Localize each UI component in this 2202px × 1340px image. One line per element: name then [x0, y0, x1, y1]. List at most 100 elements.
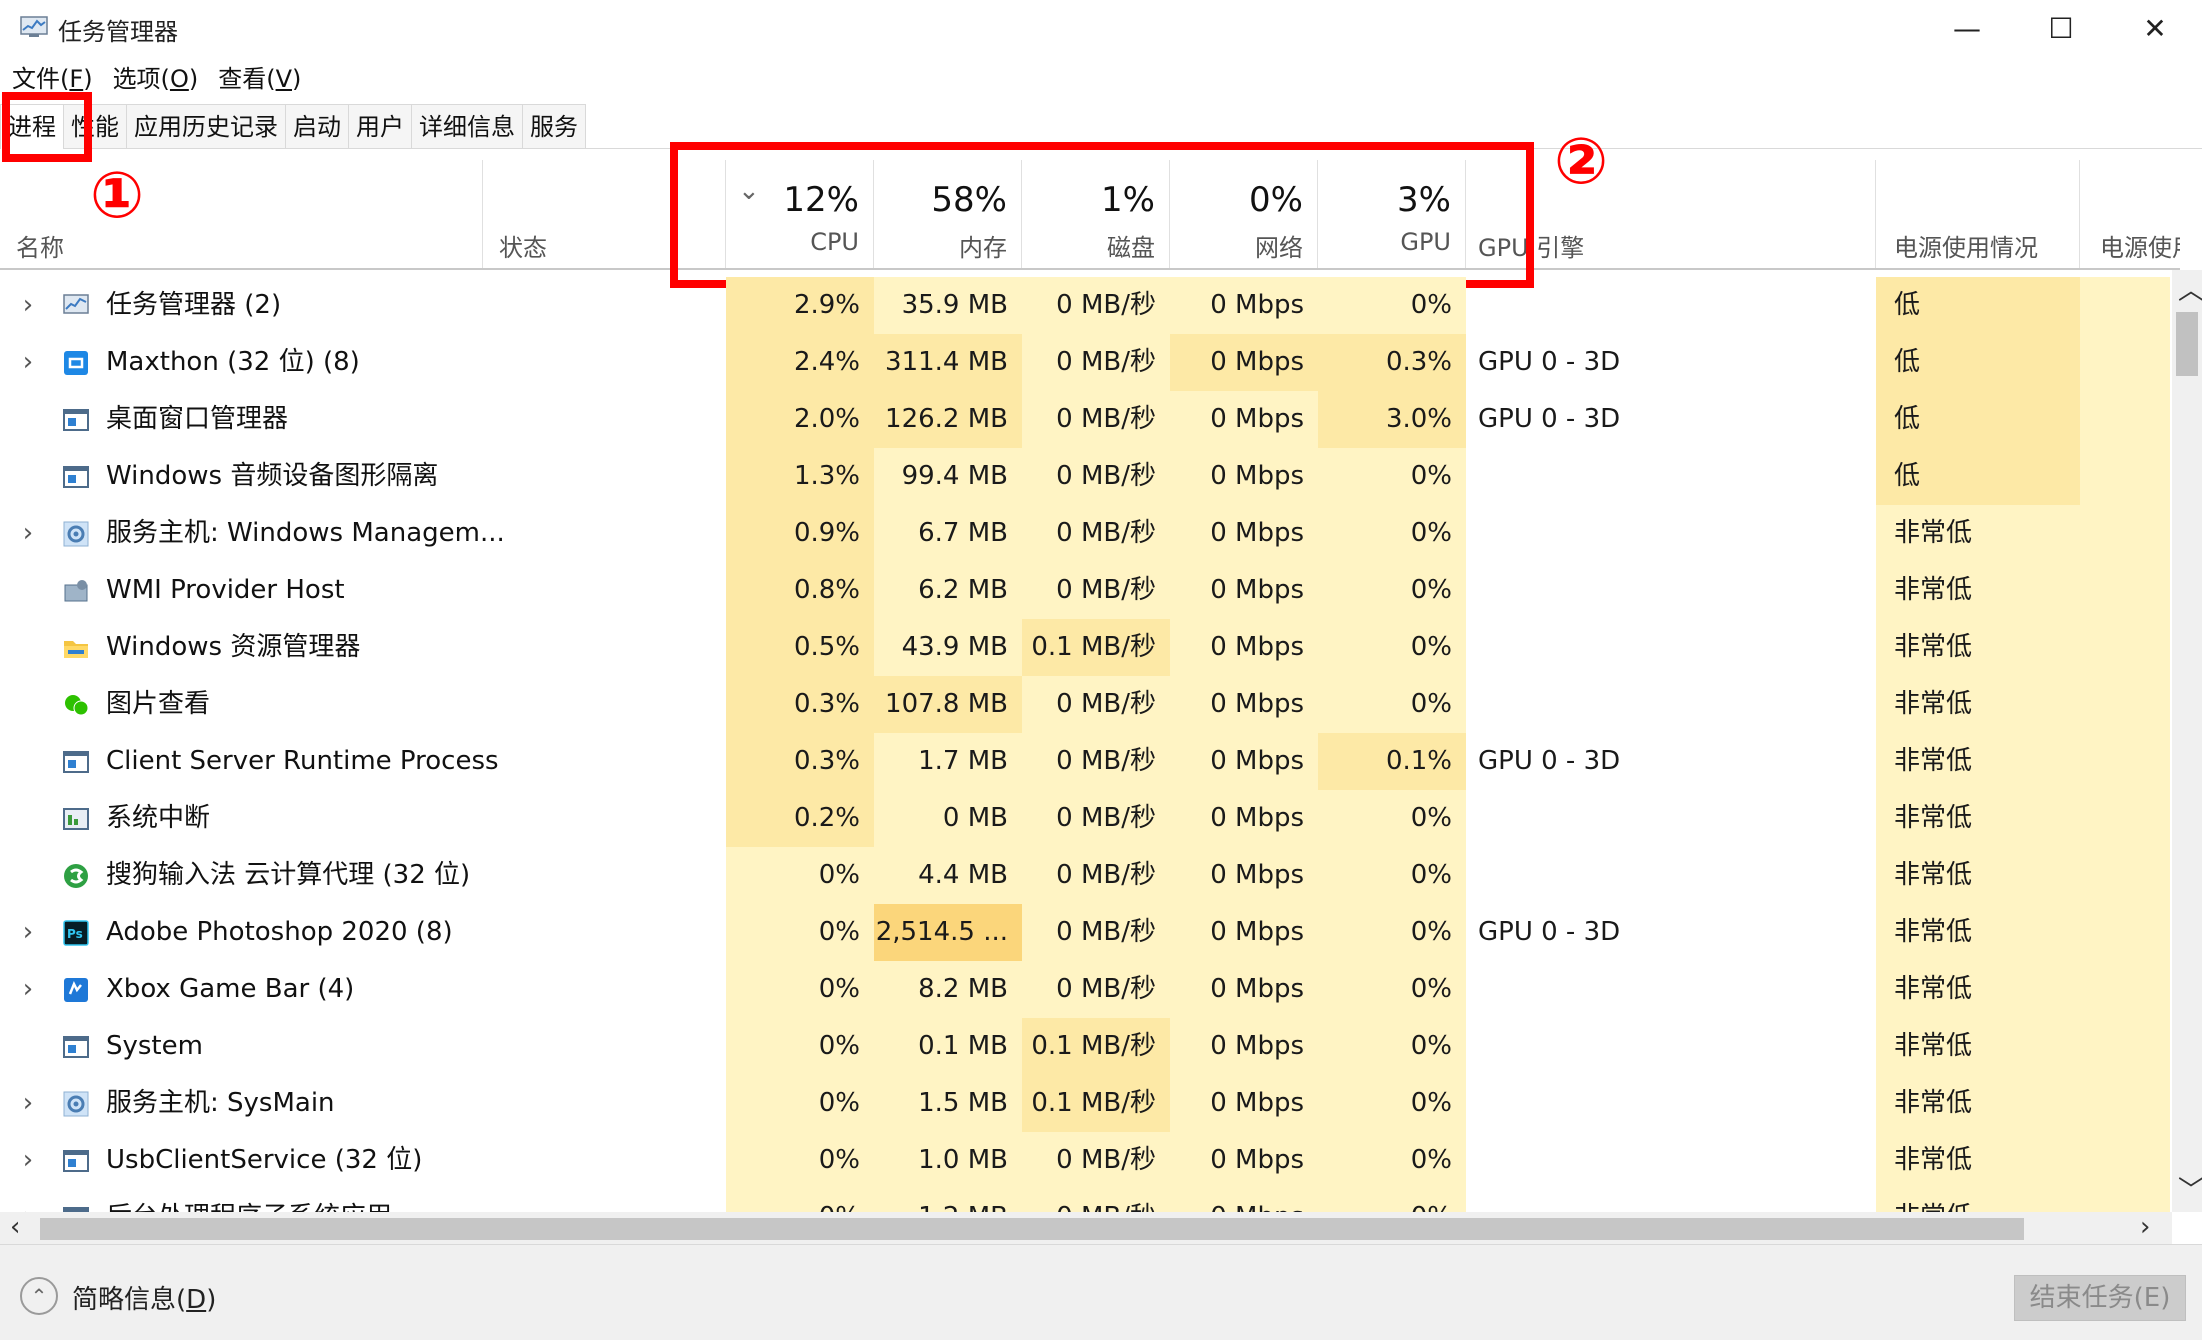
- column-header-memory[interactable]: 58% 内存: [874, 160, 1022, 268]
- horizontal-scrollbar[interactable]: ‹ ›: [0, 1212, 2172, 1244]
- cell-net: 0 Mbps: [1170, 334, 1318, 391]
- process-row[interactable]: › 服务主机: SysMain 0% 1.5 MB 0.1 MB/秒 0 Mbps 0% 非常…: [0, 1075, 2170, 1132]
- menu-item-0[interactable]: 文件(F): [4, 60, 101, 98]
- cell-gpu: 3.0%: [1318, 391, 1466, 448]
- cell-power: 非常低: [1876, 1075, 2080, 1132]
- process-name: Windows 音频设备图形隔离: [106, 461, 439, 491]
- cell-gpu: 0%: [1318, 1018, 1466, 1075]
- column-header-network[interactable]: 0% 网络: [1170, 160, 1318, 268]
- process-row[interactable]: › UsbClientService (32 位) 0% 1.0 MB 0 MB/秒 0 …: [0, 1132, 2170, 1189]
- close-button[interactable]: ✕: [2108, 0, 2202, 56]
- cell-gpu: 0%: [1318, 562, 1466, 619]
- process-name: 服务主机: Windows Managem...: [106, 518, 505, 548]
- process-row[interactable]: 图片查看 0.3% 107.8 MB 0 MB/秒 0 Mbps 0% 非常低: [0, 676, 2170, 733]
- process-row[interactable]: › Xbox Game Bar (4) 0% 8.2 MB 0 MB/秒 0 Mbps 0%…: [0, 961, 2170, 1018]
- menu-item-1[interactable]: 选项(O): [105, 60, 207, 98]
- scroll-right-arrow-icon[interactable]: ›: [2140, 1214, 2150, 1240]
- process-name: 桌面窗口管理器: [106, 404, 289, 434]
- tab-0[interactable]: 进程: [0, 104, 64, 149]
- window-title: 任务管理器: [58, 18, 178, 46]
- cell-disk: 0 MB/秒: [1022, 562, 1170, 619]
- cell-power: 非常低: [1876, 505, 2080, 562]
- cell-disk: 0.1 MB/秒: [1022, 1018, 1170, 1075]
- process-name: Xbox Game Bar (4): [106, 974, 355, 1004]
- sort-descending-icon: ⌄: [738, 176, 760, 206]
- cell-mem: 311.4 MB: [874, 334, 1022, 391]
- process-row[interactable]: Windows 音频设备图形隔离 1.3% 99.4 MB 0 MB/秒 0 Mbps 0…: [0, 448, 2170, 505]
- column-header-power[interactable]: 电源使用情况: [1876, 160, 2080, 268]
- tab-6[interactable]: 服务: [522, 104, 586, 148]
- cell-net: 0 Mbps: [1170, 1132, 1318, 1189]
- scroll-down-arrow-icon[interactable]: ﹀: [2178, 1178, 2202, 1204]
- tab-1[interactable]: 性能: [63, 104, 127, 148]
- column-header-name[interactable]: 名称: [0, 160, 482, 268]
- cell-trend: [2080, 676, 2170, 733]
- maximize-button[interactable]: ☐: [2014, 0, 2108, 56]
- annotation-marker-two: ②: [1554, 125, 1609, 199]
- cell-mem: 8.2 MB: [874, 961, 1022, 1018]
- cell-trend: [2080, 733, 2170, 790]
- scroll-left-arrow-icon[interactable]: ‹: [10, 1214, 20, 1240]
- process-row[interactable]: ›后台处理程序子系统应用0%1.2 MB0 MB/秒0 Mbps0%非常低: [0, 1189, 2170, 1212]
- cell-engine: [1466, 676, 1876, 733]
- process-row[interactable]: › Ps Adobe Photoshop 2020 (8) 0% 2,514.5 ...…: [0, 904, 2170, 961]
- cell-cpu: 0%: [726, 961, 874, 1018]
- process-row[interactable]: Client Server Runtime Process 0.3% 1.7 MB 0…: [0, 733, 2170, 790]
- cell-cpu: 0.8%: [726, 562, 874, 619]
- process-name: Maxthon (32 位) (8): [106, 347, 360, 377]
- column-header-power-trend[interactable]: 电源使用情况趋势: [2080, 160, 2180, 268]
- cell-power: 非常低: [1876, 1132, 2080, 1189]
- menu-item-2[interactable]: 查看(V): [210, 60, 309, 98]
- cell-disk: 0 MB/秒: [1022, 277, 1170, 334]
- process-name: WMI Provider Host: [106, 575, 345, 605]
- column-header-status[interactable]: 状态: [482, 160, 726, 268]
- expand-chevron-icon[interactable]: ›: [16, 505, 40, 562]
- process-row[interactable]: Windows 资源管理器 0.5% 43.9 MB 0.1 MB/秒 0 Mbps 0%…: [0, 619, 2170, 676]
- process-row[interactable]: › 任务管理器 (2) 2.9% 35.9 MB 0 MB/秒 0 Mbps 0% 低: [0, 277, 2170, 334]
- tab-5[interactable]: 详细信息: [411, 104, 523, 148]
- cell-trend: [2080, 1075, 2170, 1132]
- expand-chevron-icon[interactable]: ›: [16, 277, 40, 334]
- process-name: Client Server Runtime Process: [106, 746, 499, 776]
- cell-trend: [2080, 790, 2170, 847]
- column-header-gpu-engine[interactable]: GPU 引擎: [1466, 160, 1876, 268]
- cell-net: 0 Mbps: [1170, 1075, 1318, 1132]
- expand-chevron-icon[interactable]: ›: [16, 1132, 40, 1189]
- process-row[interactable]: System 0% 0.1 MB 0.1 MB/秒 0 Mbps 0% 非常低: [0, 1018, 2170, 1075]
- horizontal-scroll-thumb[interactable]: [40, 1218, 2024, 1240]
- column-header-disk[interactable]: 1% 磁盘: [1022, 160, 1170, 268]
- process-row[interactable]: 系统中断 0.2% 0 MB 0 MB/秒 0 Mbps 0% 非常低: [0, 790, 2170, 847]
- scroll-up-arrow-icon[interactable]: ︿: [2178, 278, 2202, 304]
- column-header-cpu[interactable]: ⌄ 12% CPU: [726, 160, 874, 268]
- process-row[interactable]: › Maxthon (32 位) (8) 2.4% 311.4 MB 0 MB/秒 0 M…: [0, 334, 2170, 391]
- minimize-button[interactable]: —: [1920, 0, 2014, 56]
- vertical-scrollbar[interactable]: ︿ ﹀: [2172, 270, 2202, 1212]
- fewer-details-link[interactable]: 简略信息(D): [72, 1279, 216, 1316]
- expand-chevron-icon[interactable]: ›: [16, 334, 40, 391]
- expand-chevron-icon[interactable]: ›: [16, 1189, 40, 1212]
- task-manager-icon: [62, 292, 90, 320]
- tab-2[interactable]: 应用历史记录: [126, 104, 286, 148]
- process-row[interactable]: 桌面窗口管理器 2.0% 126.2 MB 0 MB/秒 0 Mbps 3.0% GPU 0…: [0, 391, 2170, 448]
- vertical-scroll-thumb[interactable]: [2176, 312, 2198, 376]
- expand-chevron-icon[interactable]: ›: [16, 904, 40, 961]
- column-header-gpu[interactable]: 3% GPU: [1318, 160, 1466, 268]
- expand-chevron-icon[interactable]: ›: [16, 1075, 40, 1132]
- tab-4[interactable]: 用户: [348, 104, 412, 148]
- cell-cpu: 2.4%: [726, 334, 874, 391]
- end-task-button[interactable]: 结束任务(E): [2014, 1275, 2186, 1321]
- cell-cpu: 1.3%: [726, 448, 874, 505]
- cell-power: 非常低: [1876, 562, 2080, 619]
- expand-chevron-icon[interactable]: ›: [16, 961, 40, 1018]
- cell-power: 非常低: [1876, 1189, 2080, 1212]
- svg-text:Ps: Ps: [67, 927, 83, 941]
- cell-engine: GPU 0 - 3D: [1478, 347, 1621, 377]
- tab-3[interactable]: 启动: [285, 104, 349, 148]
- title-bar: 任务管理器 — ☐ ✕: [0, 0, 2202, 56]
- process-row[interactable]: WMI Provider Host 0.8% 6.2 MB 0 MB/秒 0 Mbps 0…: [0, 562, 2170, 619]
- cell-cpu: 0%: [726, 1018, 874, 1075]
- cell-engine: [1466, 1018, 1876, 1075]
- collapse-chevron-icon[interactable]: ⌃: [20, 1277, 58, 1315]
- process-row[interactable]: 搜狗输入法 云计算代理 (32 位) 0% 4.4 MB 0 MB/秒 0 Mbps 0%…: [0, 847, 2170, 904]
- process-row[interactable]: › 服务主机: Windows Managem... 0.9% 6.7 MB 0 MB/…: [0, 505, 2170, 562]
